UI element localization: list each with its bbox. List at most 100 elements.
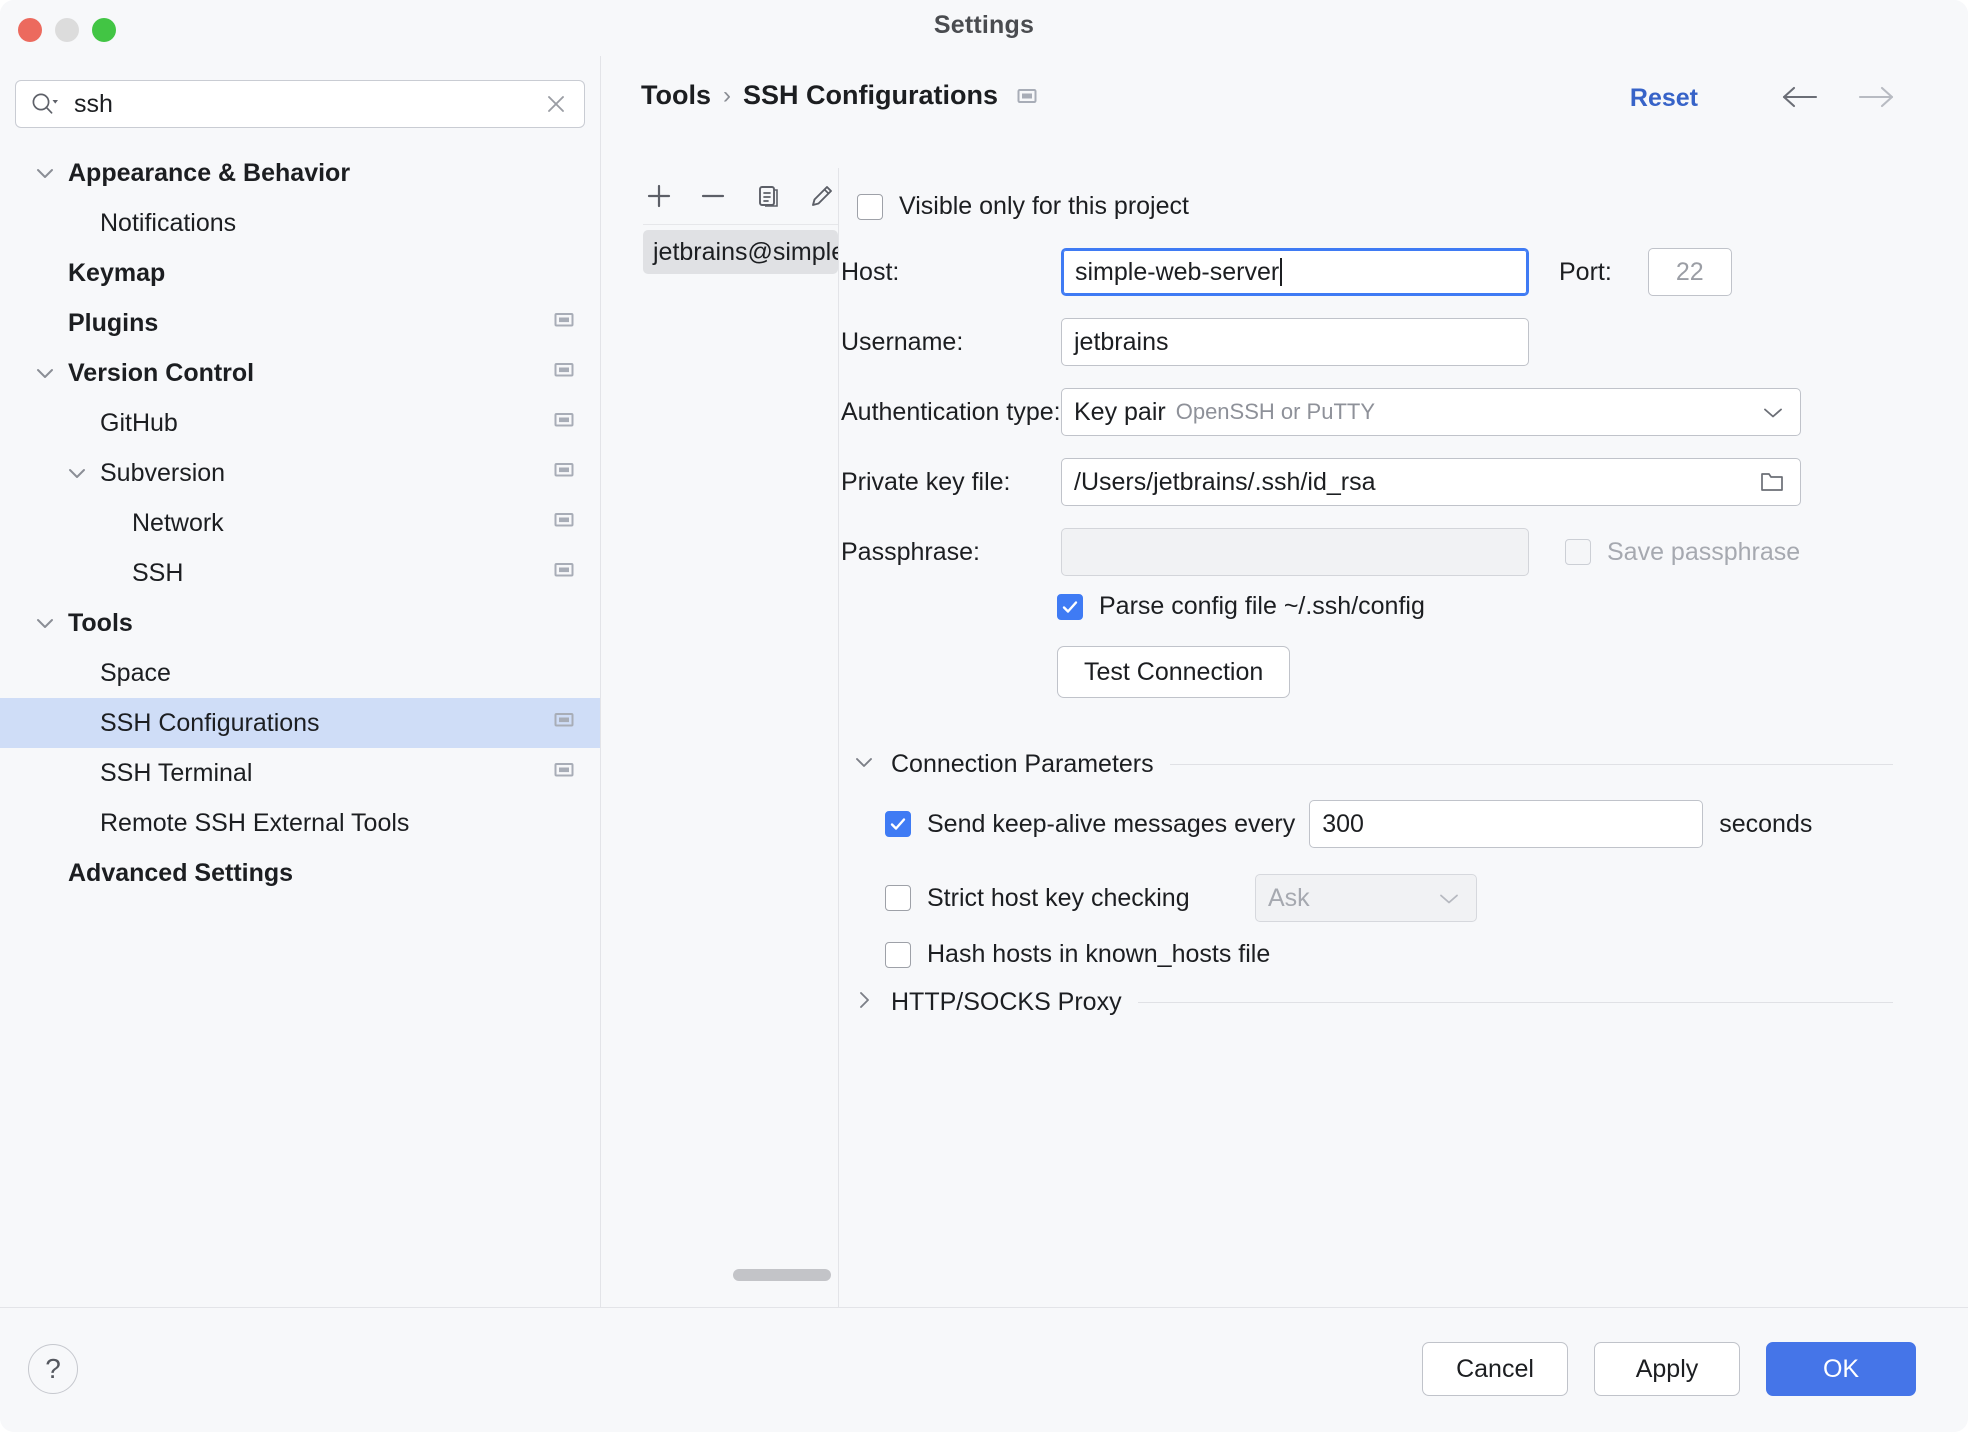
- settings-dialog: Settings ssh Appearance & Behavior Notifi…: [0, 0, 1968, 1432]
- project-scope-icon: [553, 759, 575, 788]
- keepalive-interval-input[interactable]: 300: [1309, 800, 1703, 848]
- sidebar-item-appearance-behavior[interactable]: Appearance & Behavior: [0, 148, 600, 198]
- chevron-down-icon[interactable]: [32, 610, 58, 636]
- search-field[interactable]: ssh: [15, 80, 585, 128]
- section-divider: [1170, 764, 1893, 765]
- edit-configuration-button[interactable]: [806, 179, 838, 213]
- sidebar-item-label: SSH Configurations: [100, 709, 320, 738]
- configuration-list-item-label: jetbrains@simple-web-server:22: [653, 238, 838, 267]
- breadcrumb-item-tools[interactable]: Tools: [641, 80, 711, 111]
- reset-button[interactable]: Reset: [1630, 84, 1698, 113]
- passphrase-input[interactable]: [1061, 528, 1529, 576]
- project-scope-icon: [553, 459, 575, 488]
- settings-tree: Appearance & Behavior Notifications Keymap…: [0, 148, 600, 1307]
- passphrase-row: Passphrase: Save passphrase: [841, 528, 1800, 576]
- sidebar-item-tools[interactable]: Tools: [0, 598, 600, 648]
- auth-type-label: Authentication type:: [841, 398, 1061, 427]
- chevron-down-icon: [1438, 884, 1460, 913]
- sidebar-item-github[interactable]: GitHub: [0, 398, 600, 448]
- window-title: Settings: [0, 11, 1968, 40]
- add-configuration-button[interactable]: [643, 179, 675, 213]
- help-button[interactable]: ?: [28, 1344, 78, 1394]
- visible-only-label: Visible only for this project: [899, 192, 1189, 221]
- dialog-footer: ? Cancel Apply OK: [0, 1307, 1968, 1432]
- horizontal-scrollbar[interactable]: [733, 1269, 831, 1281]
- passphrase-label: Passphrase:: [841, 538, 1061, 567]
- port-input[interactable]: 22: [1648, 248, 1732, 296]
- project-scope-icon: [553, 559, 575, 588]
- arrow-left-icon[interactable]: [1778, 82, 1822, 117]
- settings-main-panel: Tools › SSH Configurations Reset: [601, 56, 1968, 1307]
- ssh-configuration-form: Visible only for this project Host: simp…: [841, 168, 1968, 1307]
- connection-parameters-section[interactable]: Connection Parameters: [853, 750, 1893, 779]
- configuration-list-item[interactable]: jetbrains@simple-web-server:22: [643, 230, 838, 274]
- folder-icon[interactable]: [1758, 469, 1786, 495]
- visible-only-checkbox[interactable]: [857, 194, 883, 220]
- chevron-down-icon[interactable]: [64, 460, 90, 486]
- project-scope-icon: [553, 359, 575, 388]
- configuration-list: jetbrains@simple-web-server:22: [643, 230, 838, 1307]
- chevron-down-icon[interactable]: [32, 160, 58, 186]
- sidebar-item-network[interactable]: Network: [0, 498, 600, 548]
- auth-type-row: Authentication type: Key pair OpenSSH or…: [841, 388, 1801, 436]
- apply-button[interactable]: Apply: [1594, 1342, 1740, 1396]
- private-key-label: Private key file:: [841, 468, 1061, 497]
- sidebar-item-label: Version Control: [68, 359, 254, 388]
- keepalive-row: Send keep-alive messages every 300 secon…: [885, 800, 1812, 848]
- sidebar-item-plugins[interactable]: Plugins: [0, 298, 600, 348]
- chevron-down-icon: [853, 755, 875, 774]
- private-key-input[interactable]: /Users/jetbrains/.ssh/id_rsa: [1061, 458, 1801, 506]
- sidebar-item-label: Keymap: [68, 259, 165, 288]
- search-icon: [30, 91, 60, 117]
- sidebar-item-remote-ssh-external-tools[interactable]: Remote SSH External Tools: [0, 798, 600, 848]
- search-input[interactable]: ssh: [74, 90, 544, 119]
- project-scope-icon: [1016, 85, 1038, 107]
- sidebar-item-ssh[interactable]: SSH: [0, 548, 600, 598]
- proxy-section-title: HTTP/SOCKS Proxy: [891, 988, 1122, 1017]
- sidebar-item-label: SSH Terminal: [100, 759, 252, 788]
- cancel-button[interactable]: Cancel: [1422, 1342, 1568, 1396]
- settings-sidebar: ssh Appearance & Behavior Notifications Ke…: [0, 56, 601, 1307]
- username-label: Username:: [841, 328, 1061, 357]
- auth-type-dropdown[interactable]: Key pair OpenSSH or PuTTY: [1061, 388, 1801, 436]
- sidebar-item-label: Advanced Settings: [68, 859, 293, 888]
- sidebar-item-ssh-configurations[interactable]: SSH Configurations: [0, 698, 600, 748]
- hash-hosts-row: Hash hosts in known_hosts file: [885, 940, 1270, 969]
- chevron-down-icon: [1762, 398, 1784, 427]
- configuration-list-toolbar: [621, 168, 838, 224]
- sidebar-item-label: SSH: [132, 559, 183, 588]
- proxy-section[interactable]: HTTP/SOCKS Proxy: [853, 988, 1893, 1017]
- username-row: Username: jetbrains: [841, 318, 1529, 366]
- project-scope-icon: [553, 509, 575, 538]
- sidebar-item-keymap[interactable]: Keymap: [0, 248, 600, 298]
- sidebar-item-advanced-settings[interactable]: Advanced Settings: [0, 848, 600, 898]
- parse-config-checkbox[interactable]: [1057, 594, 1083, 620]
- sidebar-item-version-control[interactable]: Version Control: [0, 348, 600, 398]
- keepalive-label: Send keep-alive messages every: [927, 810, 1295, 839]
- sidebar-item-label: Appearance & Behavior: [68, 159, 350, 188]
- project-scope-icon: [553, 409, 575, 438]
- remove-configuration-button[interactable]: [697, 179, 729, 213]
- sidebar-item-subversion[interactable]: Subversion: [0, 448, 600, 498]
- hash-hosts-label: Hash hosts in known_hosts file: [927, 940, 1270, 969]
- copy-configuration-button[interactable]: [752, 179, 784, 213]
- host-label: Host:: [841, 258, 1061, 287]
- sidebar-item-space[interactable]: Space: [0, 648, 600, 698]
- test-connection-row: Test Connection: [1057, 646, 1290, 698]
- chevron-down-icon[interactable]: [32, 360, 58, 386]
- test-connection-button[interactable]: Test Connection: [1057, 646, 1290, 698]
- strict-host-checkbox[interactable]: [885, 885, 911, 911]
- sidebar-item-label: Tools: [68, 609, 133, 638]
- strict-host-dropdown[interactable]: Ask: [1255, 874, 1477, 922]
- clear-search-icon[interactable]: [544, 92, 568, 116]
- sidebar-item-label: Subversion: [100, 459, 225, 488]
- ok-button[interactable]: OK: [1766, 1342, 1916, 1396]
- sidebar-item-notifications[interactable]: Notifications: [0, 198, 600, 248]
- username-input[interactable]: jetbrains: [1061, 318, 1529, 366]
- arrow-right-icon[interactable]: [1854, 82, 1898, 117]
- host-input[interactable]: simple-web-server: [1061, 248, 1529, 296]
- save-passphrase-checkbox[interactable]: [1565, 539, 1591, 565]
- hash-hosts-checkbox[interactable]: [885, 942, 911, 968]
- sidebar-item-ssh-terminal[interactable]: SSH Terminal: [0, 748, 600, 798]
- keepalive-checkbox[interactable]: [885, 811, 911, 837]
